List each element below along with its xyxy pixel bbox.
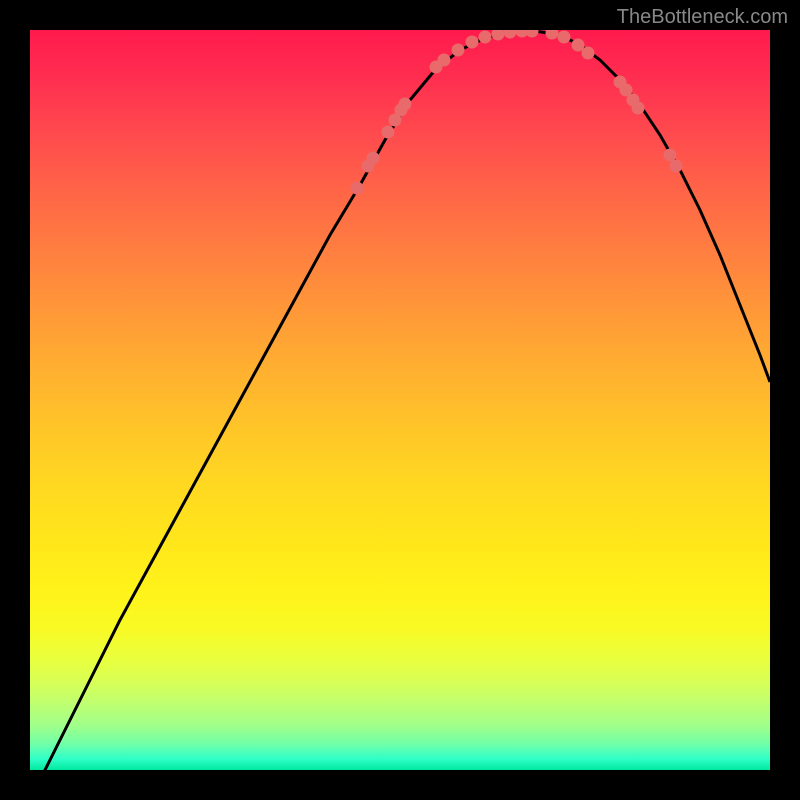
chart-canvas [30, 30, 770, 770]
watermark-text: TheBottleneck.com [617, 6, 788, 29]
gradient-background [30, 30, 770, 770]
